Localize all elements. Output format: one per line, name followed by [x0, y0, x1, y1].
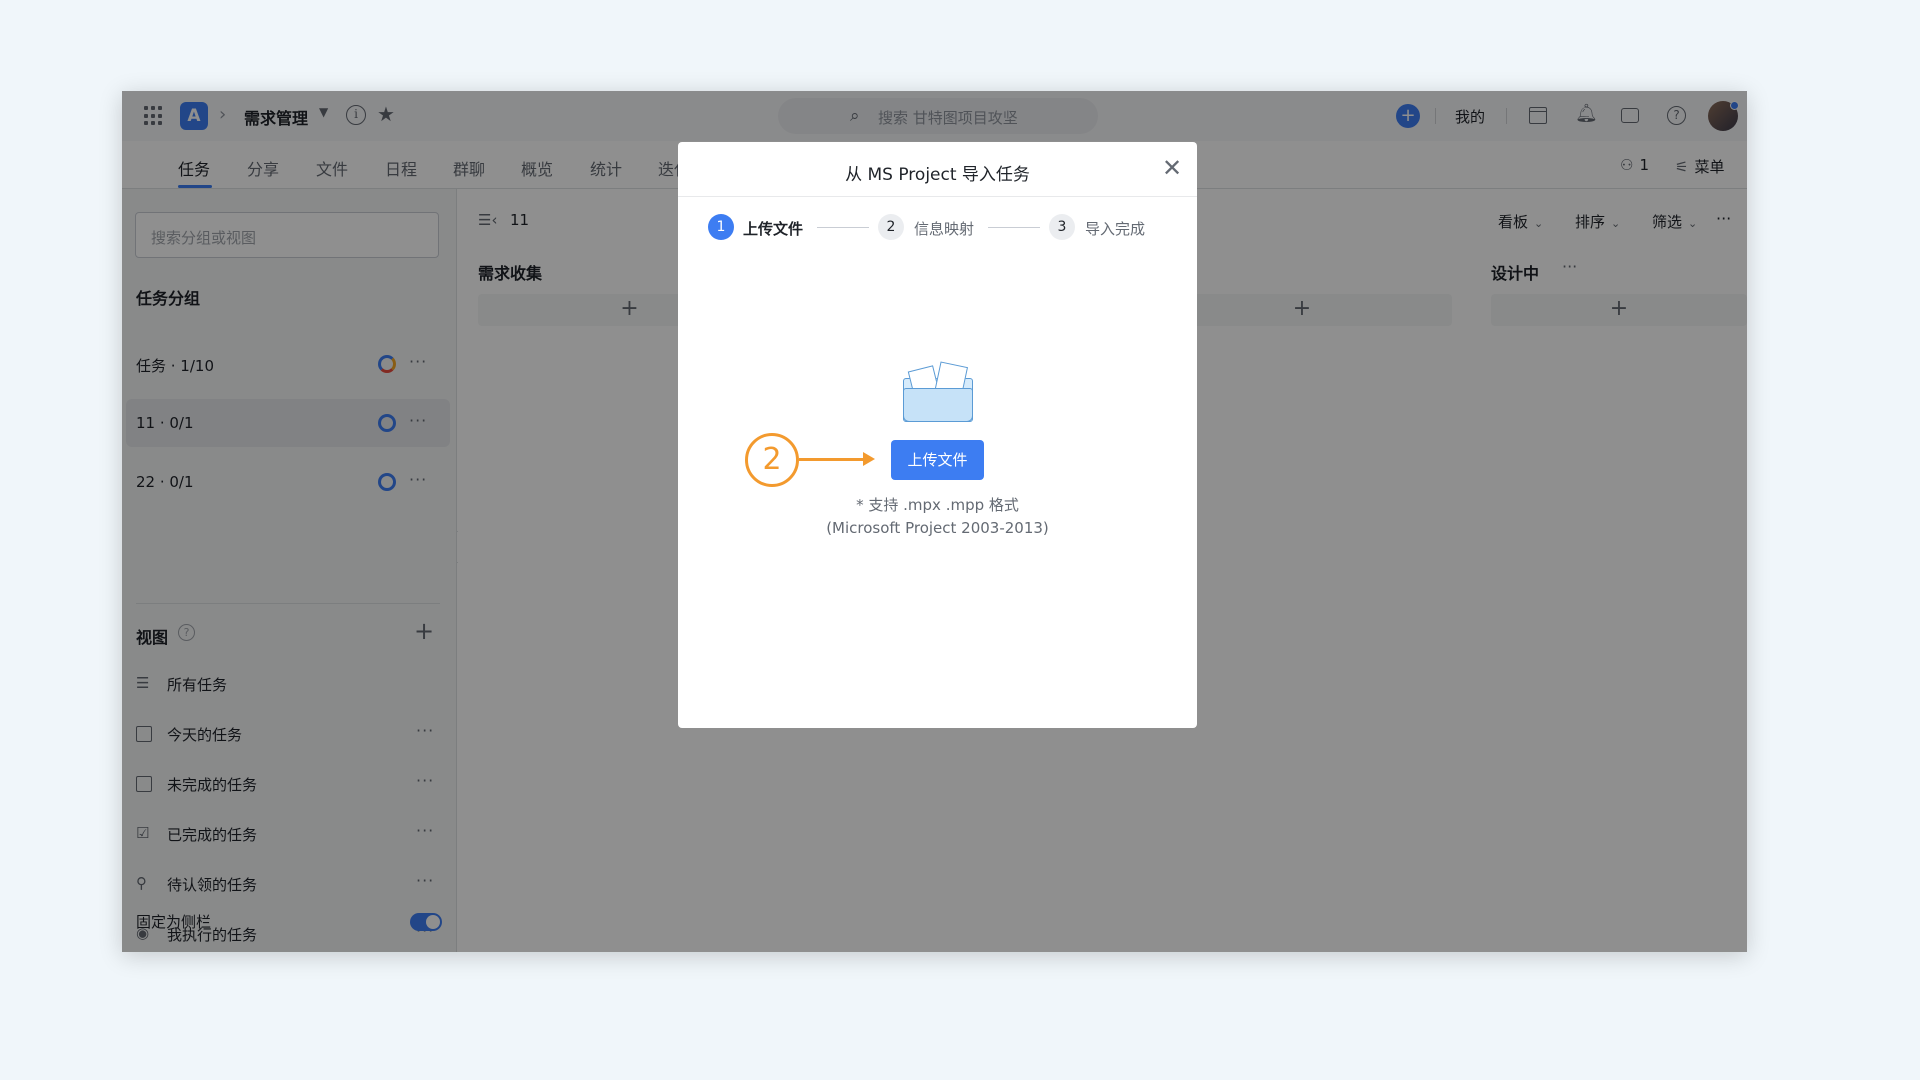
import-dialog: 从 MS Project 导入任务 ✕ 1 上传文件 2 信息映射 3 导入完成…: [678, 142, 1197, 728]
format-line: * 支持 .mpx .mpp 格式: [856, 496, 1019, 514]
step-1-label: 上传文件: [743, 220, 804, 238]
dialog-title: 从 MS Project 导入任务: [845, 165, 1030, 185]
format-note: * 支持 .mpx .mpp 格式 (Microsoft Project 200…: [678, 494, 1197, 540]
app-window: A › 需求管理 ▼ i ★ ⌕ 搜索 甘特图项目攻坚 + 我的 🔔︎ ? 任务…: [122, 91, 1747, 952]
step-2-number: 2: [878, 214, 904, 240]
annotation-step-badge: 2: [745, 433, 799, 487]
annotation-arrow-icon: [863, 452, 875, 466]
annotation-arrow-line: [799, 458, 866, 461]
upload-file-button[interactable]: 上传文件: [891, 440, 984, 480]
close-icon[interactable]: ✕: [1162, 156, 1182, 180]
step-connector: [988, 227, 1040, 228]
step-2-label: 信息映射: [914, 220, 975, 238]
folder-icon: [903, 361, 973, 422]
format-version-line: (Microsoft Project 2003-2013): [826, 519, 1049, 537]
step-3-number: 3: [1049, 214, 1075, 240]
step-3-label: 导入完成: [1085, 220, 1146, 238]
step-1-number: 1: [708, 214, 734, 240]
step-connector: [817, 227, 869, 228]
divider: [678, 196, 1197, 197]
